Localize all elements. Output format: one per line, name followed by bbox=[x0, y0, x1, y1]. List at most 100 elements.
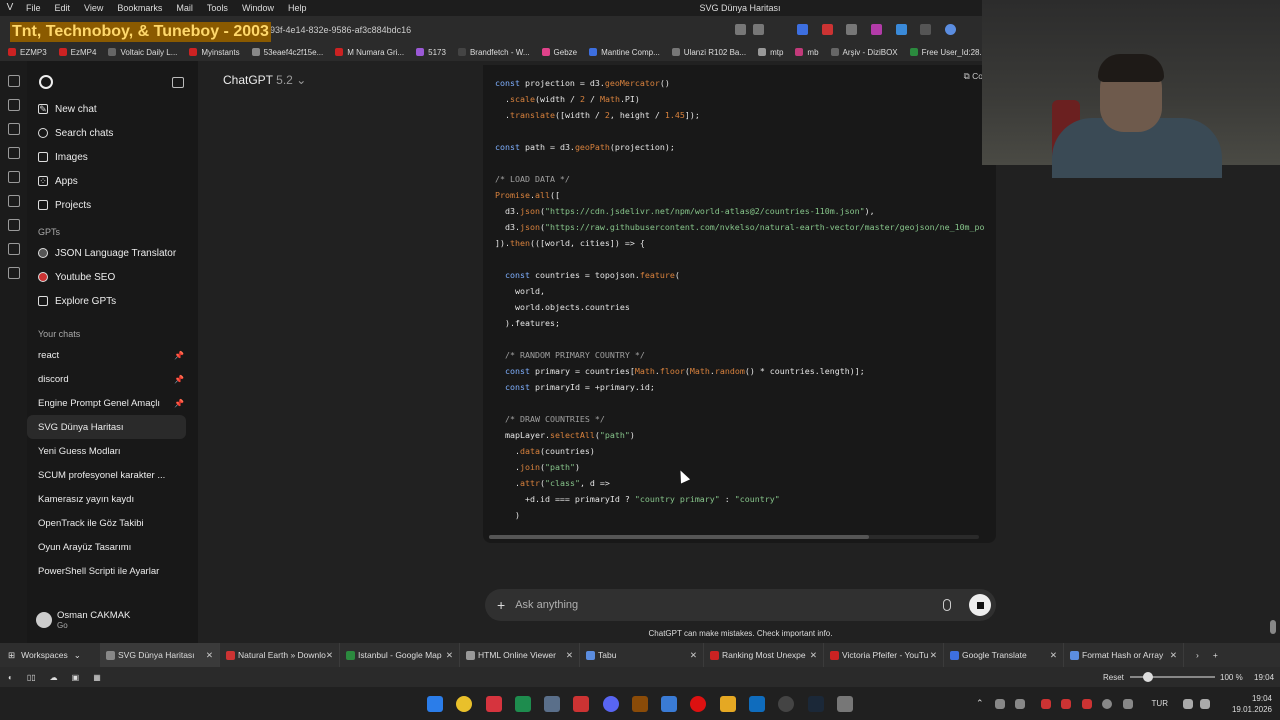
chevron-right-icon[interactable]: › bbox=[1196, 650, 1199, 660]
chat-item[interactable]: discord 📌 bbox=[27, 367, 198, 391]
bookmark-item[interactable]: Myinstants bbox=[189, 48, 240, 57]
chat-item[interactable]: SCUM profesyonel karakter ... bbox=[27, 463, 198, 487]
bookmark-item[interactable]: Brandfetch - W... bbox=[457, 48, 530, 57]
chat-item[interactable]: Yeni Guess Modları bbox=[27, 439, 198, 463]
volume-icon[interactable] bbox=[1200, 699, 1210, 709]
tab[interactable]: SVG Dünya Haritası ✕ bbox=[100, 643, 220, 667]
menu-bookmarks[interactable]: Bookmarks bbox=[117, 3, 162, 13]
menu-window[interactable]: Window bbox=[242, 3, 274, 13]
close-tab-icon[interactable]: ✕ bbox=[566, 650, 573, 661]
bookmark-item[interactable]: Gebze bbox=[541, 48, 577, 57]
gpt-item[interactable]: JSON Language Translator bbox=[27, 241, 198, 265]
new-chat-button[interactable]: ✎ New chat bbox=[27, 97, 198, 121]
page-scrollbar[interactable] bbox=[1270, 620, 1276, 634]
extension-icon[interactable] bbox=[920, 24, 931, 35]
user-profile[interactable]: Osman CAKMAK Go bbox=[27, 603, 198, 637]
bookmark-item[interactable]: Free User_Id:28... bbox=[909, 48, 986, 57]
bookmark-item[interactable]: EzMP4 bbox=[58, 48, 96, 57]
chrome-icon[interactable] bbox=[456, 696, 472, 712]
sidebar-toggle-icon[interactable] bbox=[172, 76, 184, 88]
capture-icon[interactable]: ▣ bbox=[72, 673, 80, 682]
close-tab-icon[interactable]: ✕ bbox=[206, 650, 213, 661]
bookmark-icon[interactable] bbox=[753, 24, 764, 35]
close-tab-icon[interactable]: ✕ bbox=[326, 650, 333, 661]
tray-chevron-icon[interactable]: ⌃ bbox=[976, 698, 984, 709]
extension-icon[interactable] bbox=[896, 24, 907, 35]
profile-icon[interactable] bbox=[945, 24, 956, 35]
close-tab-icon[interactable]: ✕ bbox=[1170, 650, 1177, 661]
menu-edit[interactable]: Edit bbox=[55, 3, 71, 13]
menu-view[interactable]: View bbox=[84, 3, 103, 13]
notes-icon[interactable] bbox=[7, 147, 20, 159]
cloud-icon[interactable]: ☁ bbox=[50, 673, 58, 682]
close-tab-icon[interactable]: ✕ bbox=[1050, 650, 1057, 661]
bookmark-item[interactable]: 5173 bbox=[416, 48, 446, 57]
reset-zoom-button[interactable]: Reset bbox=[1103, 673, 1124, 682]
menu-mail[interactable]: Mail bbox=[176, 3, 193, 13]
windows-start-icon[interactable] bbox=[427, 696, 443, 712]
tray-icon[interactable] bbox=[995, 699, 1005, 709]
stop-generating-button[interactable] bbox=[969, 594, 991, 616]
tab[interactable]: Natural Earth » Downlo ✕ bbox=[220, 643, 340, 667]
prompt-input[interactable] bbox=[515, 599, 943, 611]
illustrator-icon[interactable] bbox=[632, 696, 648, 712]
bookmark-item[interactable]: mtp bbox=[758, 48, 783, 57]
tray-icon[interactable] bbox=[1041, 699, 1051, 709]
search-chats-button[interactable]: Search chats bbox=[27, 121, 198, 145]
bookmarks-panel-icon[interactable] bbox=[7, 75, 20, 87]
new-tab-icon[interactable]: + bbox=[1213, 650, 1218, 660]
openai-logo-icon[interactable] bbox=[39, 75, 53, 89]
vivaldi-icon[interactable] bbox=[486, 696, 502, 712]
workspaces-button[interactable]: ⊞ Workspaces ⌄ bbox=[0, 650, 100, 661]
chat-item-active[interactable]: SVG Dünya Haritası bbox=[27, 415, 186, 439]
bookmark-item[interactable]: M Numara Gri... bbox=[335, 48, 404, 57]
tab[interactable]: Ranking Most Unexpe ✕ bbox=[704, 643, 824, 667]
discord-icon[interactable] bbox=[603, 696, 619, 712]
tab[interactable]: Format Hash or Array ✕ bbox=[1064, 643, 1184, 667]
vivaldi-logo-icon[interactable]: V bbox=[4, 2, 16, 14]
chat-item[interactable]: PowerShell Scripti ile Ayarlar bbox=[27, 559, 198, 583]
tab[interactable]: Tabu ✕ bbox=[580, 643, 704, 667]
bookmark-item[interactable]: Voltaic Daily L... bbox=[108, 48, 177, 57]
record-icon[interactable] bbox=[690, 696, 706, 712]
close-tab-icon[interactable]: ✕ bbox=[446, 650, 453, 661]
menu-lines-icon[interactable] bbox=[735, 24, 746, 35]
shield-icon[interactable] bbox=[846, 24, 857, 35]
extension-icon[interactable] bbox=[822, 24, 833, 35]
input-language[interactable]: TUR bbox=[1152, 699, 1168, 708]
close-tab-icon[interactable]: ✕ bbox=[930, 650, 937, 661]
tray-icon[interactable] bbox=[1015, 699, 1025, 709]
downloads-icon[interactable] bbox=[7, 99, 20, 111]
url-field[interactable]: 93f-4e14-832e-9586-af3c884bdc16 bbox=[270, 25, 411, 35]
panel-toggle-icon[interactable]: ◐ bbox=[8, 673, 13, 682]
explorer-icon[interactable] bbox=[720, 696, 736, 712]
zoom-slider-handle[interactable] bbox=[1143, 672, 1153, 682]
extension-icon[interactable] bbox=[797, 24, 808, 35]
chat-item[interactable]: OpenTrack ile Göz Takibi bbox=[27, 511, 198, 535]
bookmark-item[interactable]: Ulanzi R102 Ba... bbox=[671, 48, 746, 57]
add-panel-icon[interactable] bbox=[7, 267, 20, 279]
bookmark-item[interactable]: mb bbox=[795, 48, 819, 57]
menu-help[interactable]: Help bbox=[288, 3, 307, 13]
tiling-icon[interactable]: ▯▯ bbox=[27, 673, 36, 682]
tray-icon[interactable] bbox=[1123, 699, 1133, 709]
menu-file[interactable]: File bbox=[26, 3, 41, 13]
microphone-icon[interactable] bbox=[943, 599, 951, 611]
bookmark-item[interactable]: Mantine Comp... bbox=[589, 48, 660, 57]
model-selector[interactable]: ChatGPT 5.2 ⌄ bbox=[223, 73, 306, 87]
projects-button[interactable]: Projects bbox=[27, 193, 198, 217]
window-panel-icon[interactable] bbox=[7, 195, 20, 207]
bookmark-item[interactable]: Arşiv - DiziBOX bbox=[830, 48, 898, 57]
tray-icon[interactable] bbox=[1082, 699, 1092, 709]
chat-item[interactable]: Engine Prompt Genel Amaçlı 📌 bbox=[27, 391, 198, 415]
translate-icon[interactable] bbox=[7, 171, 20, 183]
tab[interactable]: Victoria Pfeifer - YouTu ✕ bbox=[824, 643, 944, 667]
app-icon[interactable] bbox=[661, 696, 677, 712]
calendar-icon[interactable]: ▦ bbox=[93, 673, 101, 682]
outlook-icon[interactable] bbox=[749, 696, 765, 712]
chat-item[interactable]: Oyun Arayüz Tasarımı bbox=[27, 535, 198, 559]
extension-icon[interactable] bbox=[871, 24, 882, 35]
terminal-icon[interactable] bbox=[515, 696, 531, 712]
apps-button[interactable]: ⁘ Apps bbox=[27, 169, 198, 193]
app-icon[interactable] bbox=[544, 696, 560, 712]
